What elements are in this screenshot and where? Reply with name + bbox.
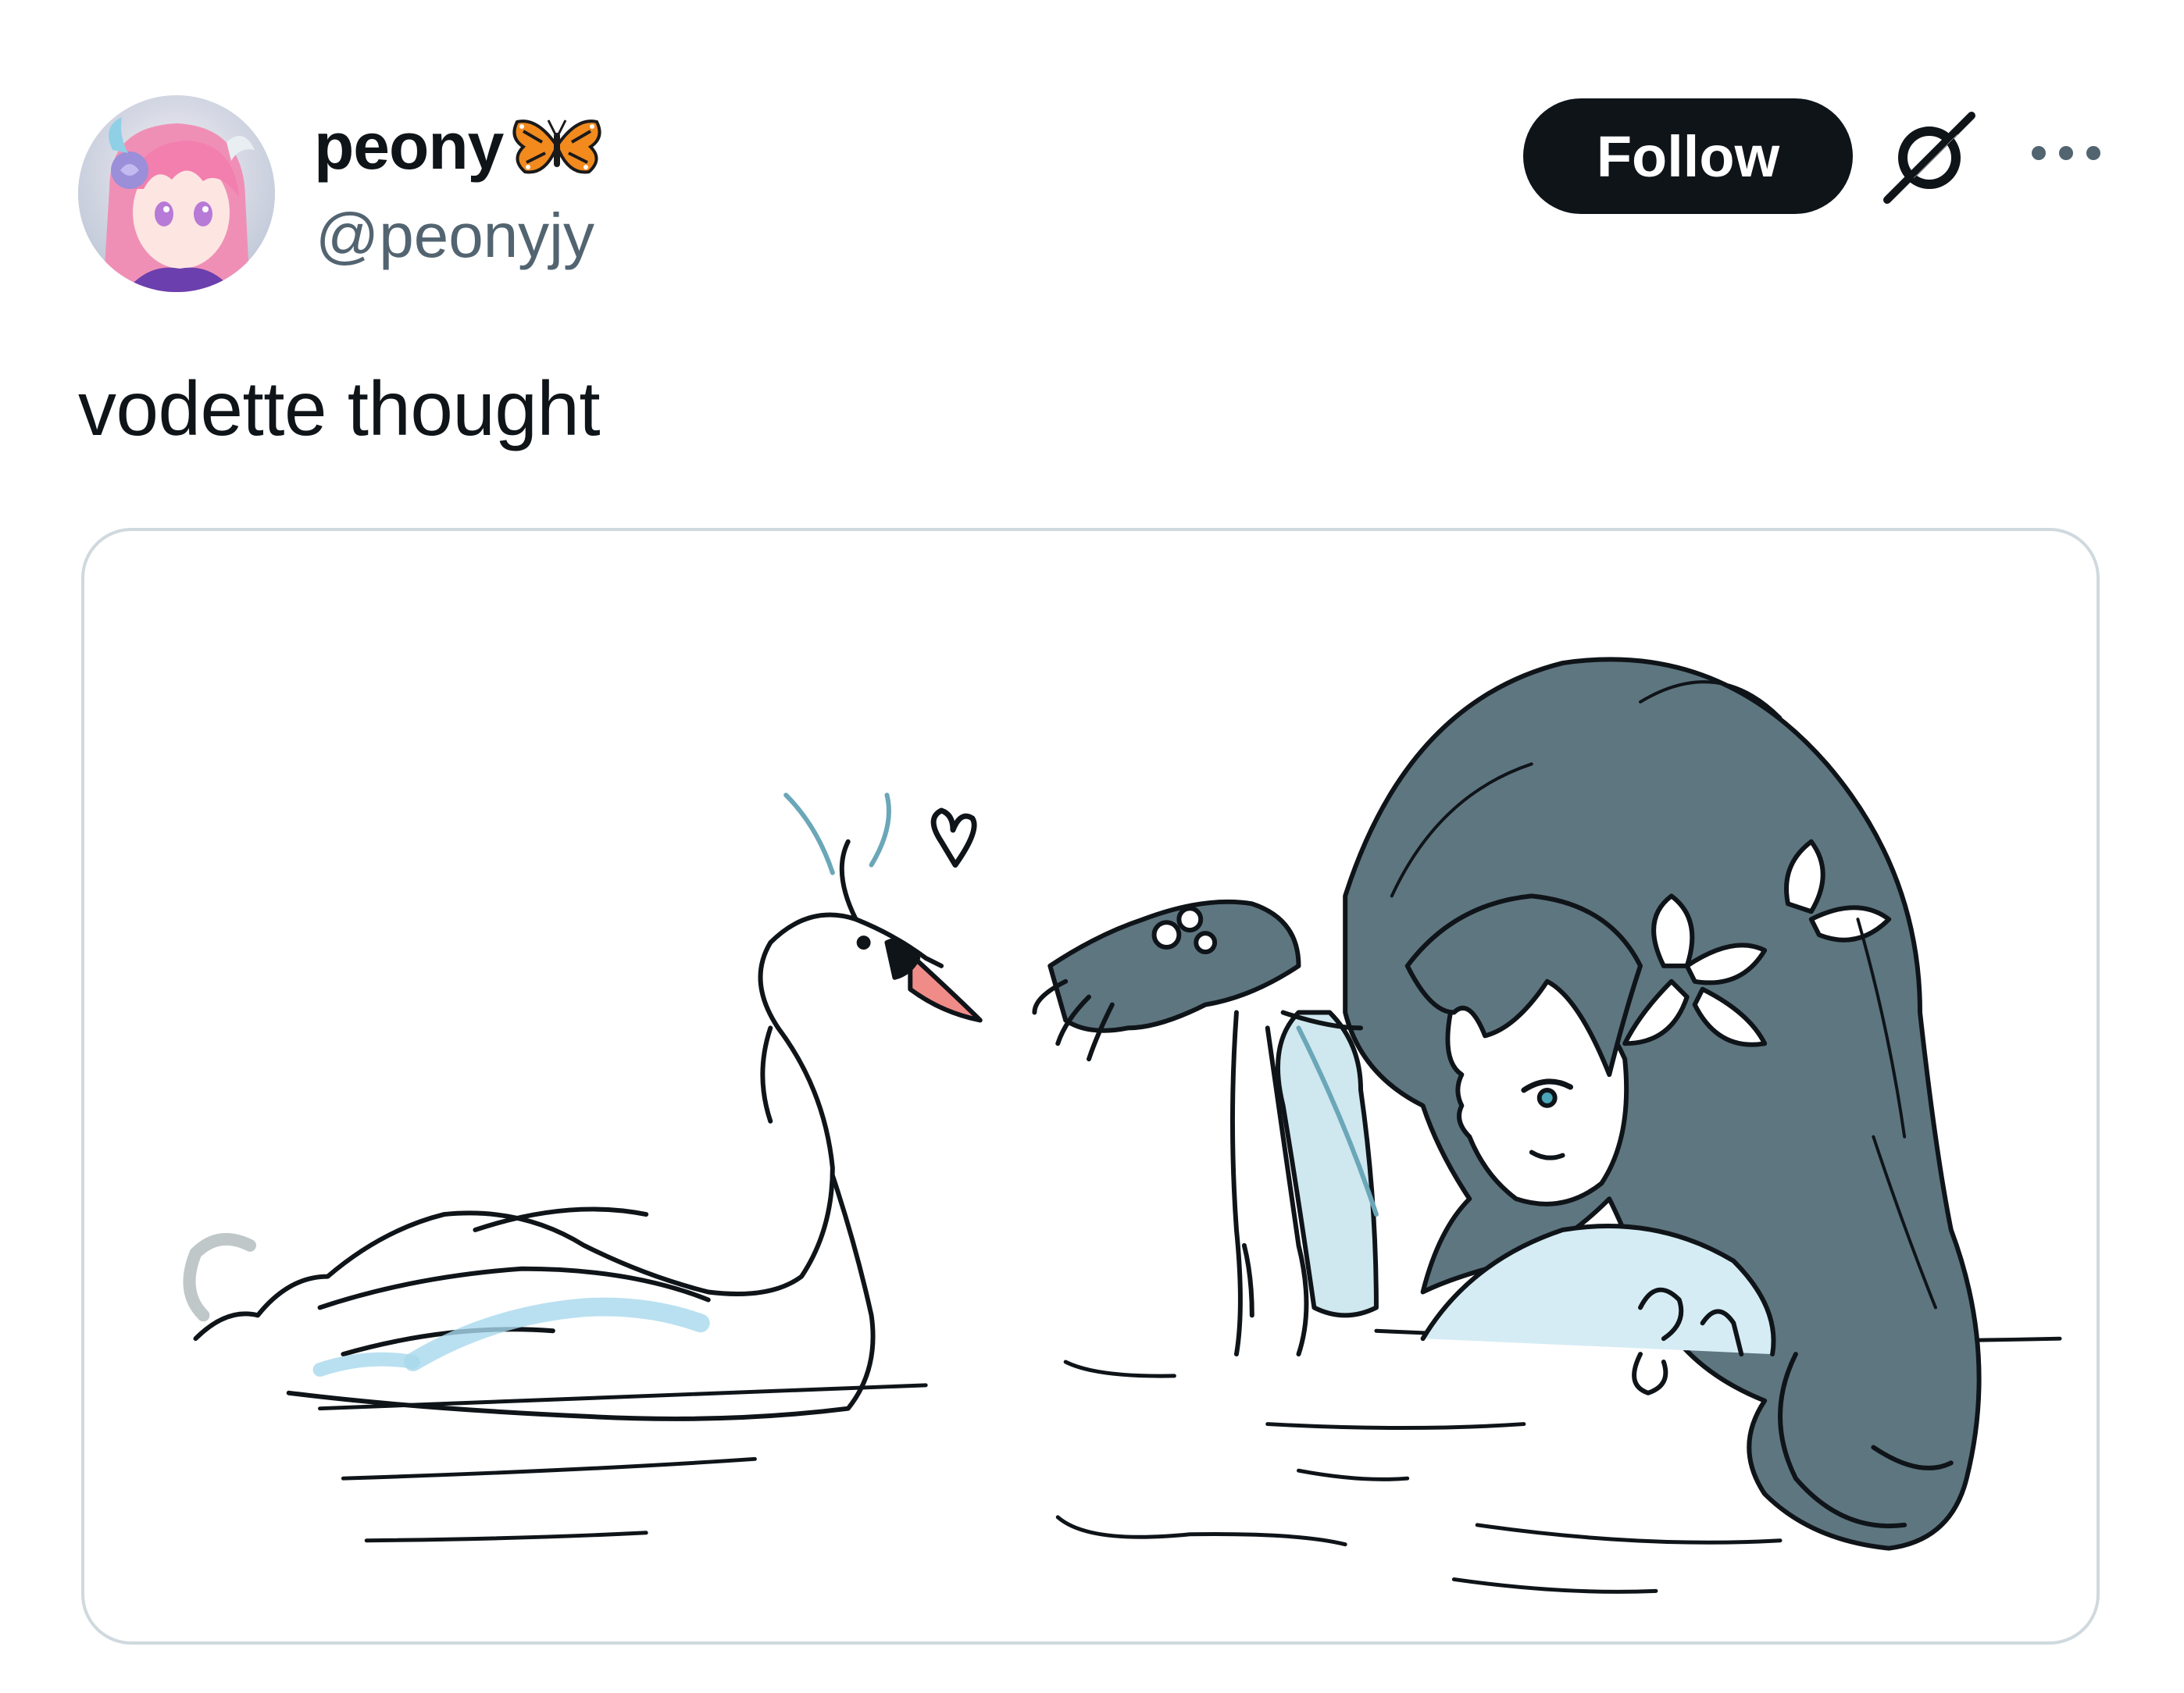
butterfly-icon: [512, 119, 601, 174]
media-card[interactable]: [81, 528, 2100, 1645]
tweet-text: vodette thought: [78, 365, 601, 451]
swan: [183, 793, 983, 1421]
grok-icon[interactable]: [1881, 109, 1978, 206]
girl: [1032, 657, 1982, 1551]
display-name-row[interactable]: peony: [314, 103, 608, 189]
heart-mark: [930, 807, 977, 868]
follow-button[interactable]: Follow: [1523, 98, 1853, 214]
handle[interactable]: @peonyjy: [316, 205, 594, 267]
anime-avatar-image: [78, 95, 275, 292]
avatar[interactable]: [78, 95, 275, 292]
display-name[interactable]: peony: [314, 113, 504, 179]
swan-and-girl-illustration: [183, 657, 2062, 1594]
more-icon[interactable]: [2023, 137, 2109, 169]
